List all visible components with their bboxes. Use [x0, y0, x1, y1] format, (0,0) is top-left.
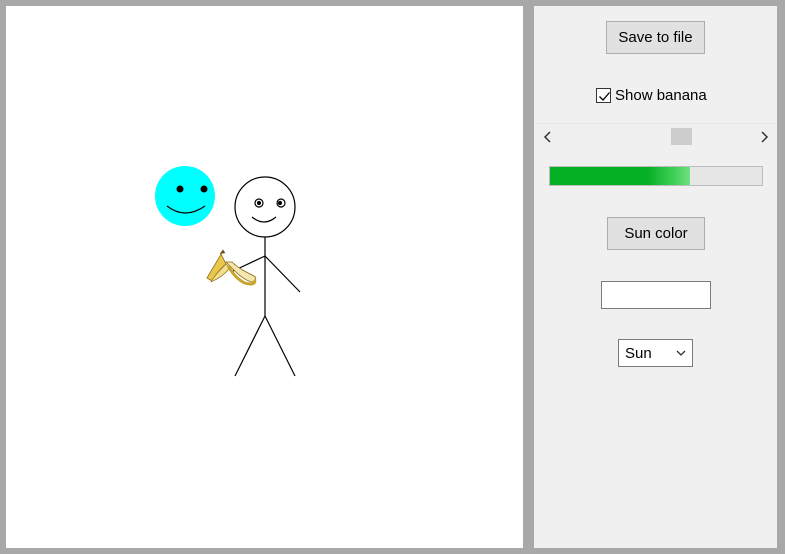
figure-left-leg — [234, 315, 266, 377]
show-banana-checkbox[interactable] — [596, 87, 611, 103]
chevron-right-icon — [761, 130, 769, 143]
chevron-down-icon — [676, 350, 686, 356]
show-banana-checkbox-row[interactable]: Show banana — [596, 85, 707, 105]
scroll-left-button[interactable] — [536, 124, 560, 149]
show-banana-label: Show banana — [615, 86, 707, 104]
sun-color-button[interactable]: Sun color — [607, 217, 705, 250]
text-input[interactable] — [601, 281, 711, 309]
chevron-left-icon — [543, 130, 551, 143]
figure-left-pupil — [256, 200, 262, 206]
scroll-right-button[interactable] — [752, 124, 776, 149]
save-to-file-button[interactable]: Save to file — [606, 21, 705, 54]
figure-smile — [251, 216, 277, 223]
figure-right-arm — [264, 255, 301, 293]
progress-fill — [550, 167, 690, 185]
sun-circle — [155, 166, 215, 226]
progress-bar — [549, 166, 763, 186]
drawing-svg — [155, 166, 301, 377]
shape-dropdown[interactable]: Sun — [618, 339, 693, 367]
checkmark-icon — [599, 91, 610, 101]
sun-right-eye — [200, 185, 208, 193]
sun-left-eye — [176, 185, 184, 193]
horizontal-scrollbar[interactable] — [536, 123, 776, 149]
banana-image — [206, 249, 257, 286]
sun-face — [155, 166, 215, 226]
dropdown-selected-value: Sun — [625, 344, 652, 362]
figure-right-pupil — [277, 200, 283, 206]
drawing-canvas — [6, 6, 523, 548]
figure-right-leg — [264, 315, 296, 377]
control-panel: Save to file Show banana Sun color Sun — [534, 6, 777, 548]
scroll-thumb[interactable] — [671, 128, 693, 145]
figure-head — [234, 176, 296, 238]
